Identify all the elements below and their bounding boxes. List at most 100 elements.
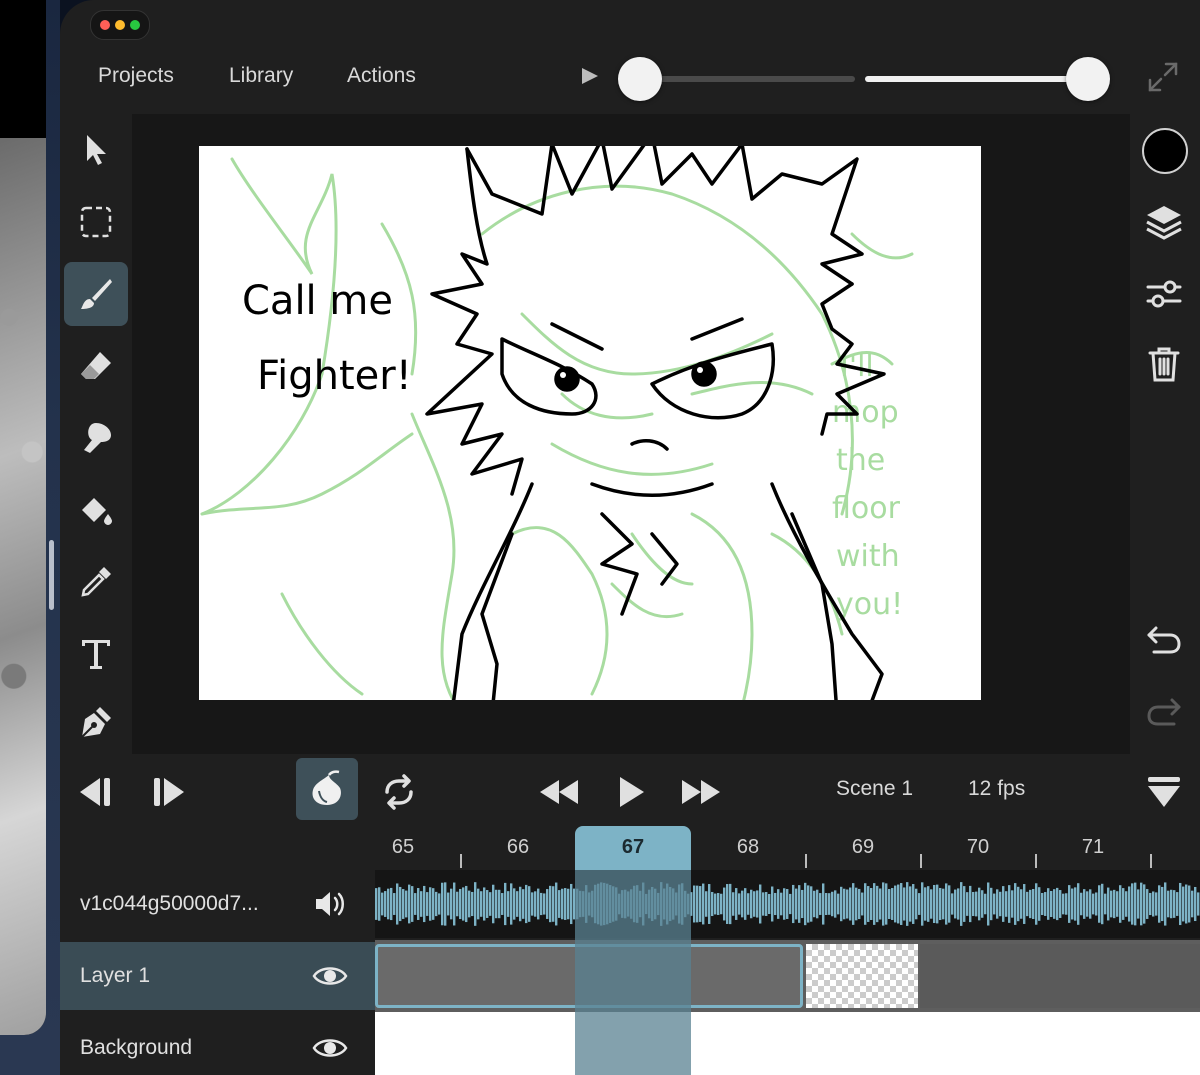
redo-icon (1147, 698, 1181, 726)
frame-thumbnail[interactable] (920, 944, 1200, 1008)
waveform-bar (741, 890, 744, 918)
waveform-bar (1137, 889, 1140, 919)
waveform-bar (375, 888, 378, 920)
trash-icon (1148, 347, 1180, 382)
text-tool[interactable] (64, 622, 128, 686)
play-button[interactable] (608, 768, 654, 816)
split-view-handle[interactable] (49, 540, 54, 610)
preview-play-icon[interactable] (582, 68, 598, 84)
waveform-bar (801, 889, 804, 919)
waveform-bar (696, 885, 699, 923)
redo-button[interactable] (1142, 690, 1186, 734)
waveform-bar (1128, 886, 1131, 922)
layer-row-layer-1[interactable]: Layer 1 (60, 942, 375, 1010)
scene-selector[interactable]: Scene 1 (836, 777, 913, 801)
waveform-bar (1047, 888, 1050, 920)
rewind-icon (540, 780, 578, 804)
eyedropper-tool[interactable] (64, 550, 128, 614)
waveform-bar (849, 887, 852, 921)
waveform-bar (540, 892, 543, 916)
waveform-bar (795, 888, 798, 920)
brush-size-slider-knob[interactable] (1066, 57, 1111, 101)
waveform-bar (492, 884, 495, 924)
canvas-area[interactable]: I'll mop the floor with you! Call me Fig… (132, 114, 1130, 754)
waveform-bar (1122, 888, 1125, 920)
adjustments-button[interactable] (1142, 272, 1186, 316)
waveform-bar (933, 884, 936, 924)
window-controls[interactable] (90, 10, 150, 40)
frame-tick (1035, 854, 1037, 868)
caption-right-line-6: you! (836, 587, 903, 622)
waveform-bar (855, 887, 858, 921)
waveform-bar (993, 893, 996, 915)
dashed-rect-icon (80, 206, 112, 238)
waveform-bar (549, 885, 552, 923)
artboard[interactable]: I'll mop the floor with you! Call me Fig… (199, 146, 981, 700)
playhead[interactable]: 67 (575, 826, 691, 870)
waveform-bar (408, 884, 411, 924)
waveform-bar (546, 889, 549, 919)
waveform-bar (462, 887, 465, 921)
eye-icon[interactable] (310, 1028, 350, 1068)
waveform-bar (768, 893, 771, 915)
waveform-bar (1020, 889, 1023, 919)
waveform-bar (810, 886, 813, 922)
smudge-tool[interactable] (64, 406, 128, 470)
current-frame-number: 67 (621, 836, 645, 858)
undo-button[interactable] (1142, 618, 1186, 662)
menu-actions[interactable]: Actions (347, 64, 416, 88)
pen-nib-icon (81, 707, 111, 738)
onion-skin-toggle[interactable] (296, 758, 358, 820)
menu-projects[interactable]: Projects (98, 64, 174, 88)
select-tool[interactable] (64, 118, 128, 182)
background-frames-track[interactable] (375, 1012, 1200, 1075)
waveform-bar (420, 891, 423, 917)
waveform-bar (561, 888, 564, 920)
layer-row-background[interactable]: Background (60, 1014, 375, 1075)
waveform-bar (399, 886, 402, 922)
frame-ruler[interactable]: 6566686970717 (375, 826, 1200, 870)
waveform-bar (507, 891, 510, 917)
close-window-dot[interactable] (100, 20, 110, 30)
next-frame-button[interactable] (148, 768, 192, 816)
waveform-bar (1182, 886, 1185, 922)
frame-thumbnail-empty[interactable] (806, 944, 918, 1008)
current-color-swatch[interactable] (1142, 128, 1188, 174)
waveform-bar (774, 892, 777, 916)
fast-forward-button[interactable] (678, 768, 724, 816)
waveform-bar (882, 882, 885, 926)
eye-icon[interactable] (310, 956, 350, 996)
waveform-bar (792, 884, 795, 924)
previous-frame-button[interactable] (72, 768, 116, 816)
waveform-bar (1089, 889, 1092, 919)
marquee-tool[interactable] (64, 190, 128, 254)
caption-left-line-1: Call me (242, 278, 393, 324)
waveform-bar (798, 885, 801, 923)
waveform-bar (927, 886, 930, 922)
rewind-button[interactable] (536, 768, 582, 816)
preview-slider-knob[interactable] (617, 57, 662, 101)
expand-icon[interactable] (1146, 60, 1180, 94)
fps-selector[interactable]: 12 fps (968, 777, 1025, 801)
brush-icon (81, 279, 112, 309)
frame-tick (805, 854, 807, 868)
audio-waveform-track[interactable] (375, 870, 1200, 938)
eraser-tool[interactable] (64, 334, 128, 398)
menu-library[interactable]: Library (229, 64, 293, 88)
delete-button[interactable] (1142, 342, 1186, 386)
pen-tool[interactable] (64, 690, 128, 754)
loop-button[interactable] (376, 768, 422, 816)
waveform-bar (534, 891, 537, 917)
brush-tool[interactable] (64, 262, 128, 326)
maximize-window-dot[interactable] (130, 20, 140, 30)
layer-1-frames-track[interactable] (375, 940, 1200, 1012)
speaker-icon[interactable] (310, 884, 350, 924)
layers-button[interactable] (1142, 200, 1186, 244)
waveform-bar (990, 887, 993, 921)
timeline-collapse-button[interactable] (1142, 768, 1186, 816)
layer-row-audio[interactable]: v1c044g50000d7... (60, 870, 375, 938)
minimize-window-dot[interactable] (115, 20, 125, 30)
fill-tool[interactable] (64, 478, 128, 542)
waveform-bar (1038, 887, 1041, 921)
brush-size-slider[interactable] (865, 76, 1100, 82)
